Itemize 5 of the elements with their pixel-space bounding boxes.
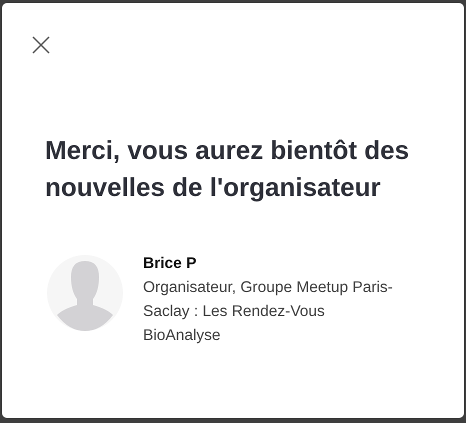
organizer-description: Organisateur, Groupe Meetup Paris-Saclay : Les Rendez-Vous BioAnalyse bbox=[143, 278, 394, 346]
organizer-name: Brice P bbox=[143, 254, 198, 274]
avatar-icon bbox=[47, 255, 123, 331]
close-icon[interactable] bbox=[32, 36, 50, 54]
dialog-heading: Merci, vous aurez bientôt des nouvelles de l'organisateur bbox=[45, 134, 410, 204]
